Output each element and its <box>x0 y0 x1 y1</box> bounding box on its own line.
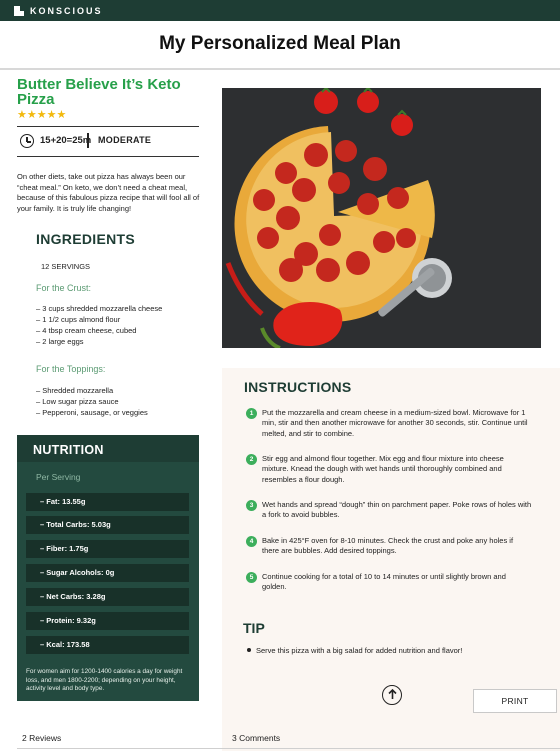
recipe-title: Butter Believe It’s Keto Pizza <box>17 76 181 108</box>
tip-text: Serve this pizza with a big salad for ad… <box>256 646 463 655</box>
nutrition-row-protein: – Protein: 9.32g <box>26 612 189 630</box>
step-number-badge: 1 <box>246 408 257 419</box>
ingredient-item: – 3 cups shredded mozzarella cheese <box>36 304 163 313</box>
pizza-illustration <box>222 88 541 348</box>
konscious-logo-icon[interactable] <box>14 5 24 16</box>
nutrition-row-net-carbs: – Net Carbs: 3.28g <box>26 588 189 606</box>
nutrition-row-kcal: – Kcal: 173.58 <box>26 636 189 654</box>
toppings-subheading: For the Toppings: <box>36 364 106 374</box>
comments-link[interactable]: 3 Comments <box>232 733 280 743</box>
step-number-badge: 4 <box>246 536 257 547</box>
top-bar: KONSCIOUS <box>0 0 560 21</box>
nutrition-heading: NUTRITION <box>33 443 104 457</box>
ingredient-item: – 1 1/2 cups almond flour <box>36 315 121 324</box>
ingredients-heading: INGREDIENTS <box>36 231 135 247</box>
bullet-icon <box>247 648 251 652</box>
ingredient-item: – 2 large eggs <box>36 337 84 346</box>
arrow-up-icon <box>387 688 397 699</box>
step-text: Wet hands and spread “dough” thin on par… <box>262 500 532 520</box>
tip-heading: TIP <box>243 620 265 636</box>
step-text: Continue cooking for a total of 10 to 14… <box>262 572 506 592</box>
per-serving-label: Per Serving <box>36 472 81 482</box>
step-text: Bake in 425°F oven for 8-10 minutes. Che… <box>262 536 514 556</box>
scroll-to-top-button[interactable] <box>382 685 402 705</box>
difficulty-level: MODERATE <box>98 135 152 145</box>
step-text: Stir egg and almond flour together. Mix … <box>262 454 504 484</box>
nutrition-row-sugar-alcohols: – Sugar Alcohols: 0g <box>26 564 189 582</box>
crust-subheading: For the Crust: <box>36 283 92 293</box>
page-title: My Personalized Meal Plan <box>159 33 401 54</box>
rating-stars-icon: ★★★★★ <box>17 109 67 121</box>
instructions-panel: INSTRUCTIONS 1 Put the mozzarella and cr… <box>222 368 560 751</box>
divider <box>87 133 89 148</box>
divider <box>17 156 199 157</box>
step-number-badge: 2 <box>246 454 257 465</box>
nutrition-row-total-carbs: – Total Carbs: 5.03g <box>26 516 189 534</box>
instructions-heading: INSTRUCTIONS <box>244 379 352 395</box>
nutrition-row-fiber: – Fiber: 1.75g <box>26 540 189 558</box>
servings-count: 12 SERVINGS <box>41 262 91 271</box>
clock-icon <box>20 134 34 148</box>
print-button[interactable]: PRINT <box>473 689 557 713</box>
pizza-photo <box>222 88 541 348</box>
step-number-badge: 3 <box>246 500 257 511</box>
brand-name[interactable]: KONSCIOUS <box>30 6 103 16</box>
ingredient-item: – Low sugar pizza sauce <box>36 397 119 406</box>
ingredient-item: – Pepperoni, sausage, or veggies <box>36 408 148 417</box>
recipe-intro: On other diets, take out pizza has alway… <box>17 172 200 213</box>
crust-ingredient-list: – 3 cups shredded mozzarella cheese – 1 … <box>36 303 162 347</box>
step-number-badge: 5 <box>246 572 257 583</box>
toppings-ingredient-list: – Shredded mozzarella – Low sugar pizza … <box>36 385 148 418</box>
ingredient-item: – 4 tbsp cream cheese, cubed <box>36 326 137 335</box>
nutrition-footnote: For women aim for 1200-1400 calories a d… <box>26 668 183 693</box>
title-divider <box>0 68 560 70</box>
step-text: Put the mozzarella and cream cheese in a… <box>262 408 528 438</box>
divider <box>17 126 199 127</box>
footer-divider <box>17 748 560 749</box>
nutrition-row-fat: – Fat: 13.55g <box>26 493 189 511</box>
nutrition-panel: NUTRITION Per Serving – Fat: 13.55g – To… <box>17 435 199 701</box>
nutrition-body: Per Serving – Fat: 13.55g – Total Carbs:… <box>17 462 199 701</box>
reviews-link[interactable]: 2 Reviews <box>22 733 61 743</box>
ingredient-item: – Shredded mozzarella <box>36 386 114 395</box>
cook-time: 15+20=25m <box>40 135 92 146</box>
